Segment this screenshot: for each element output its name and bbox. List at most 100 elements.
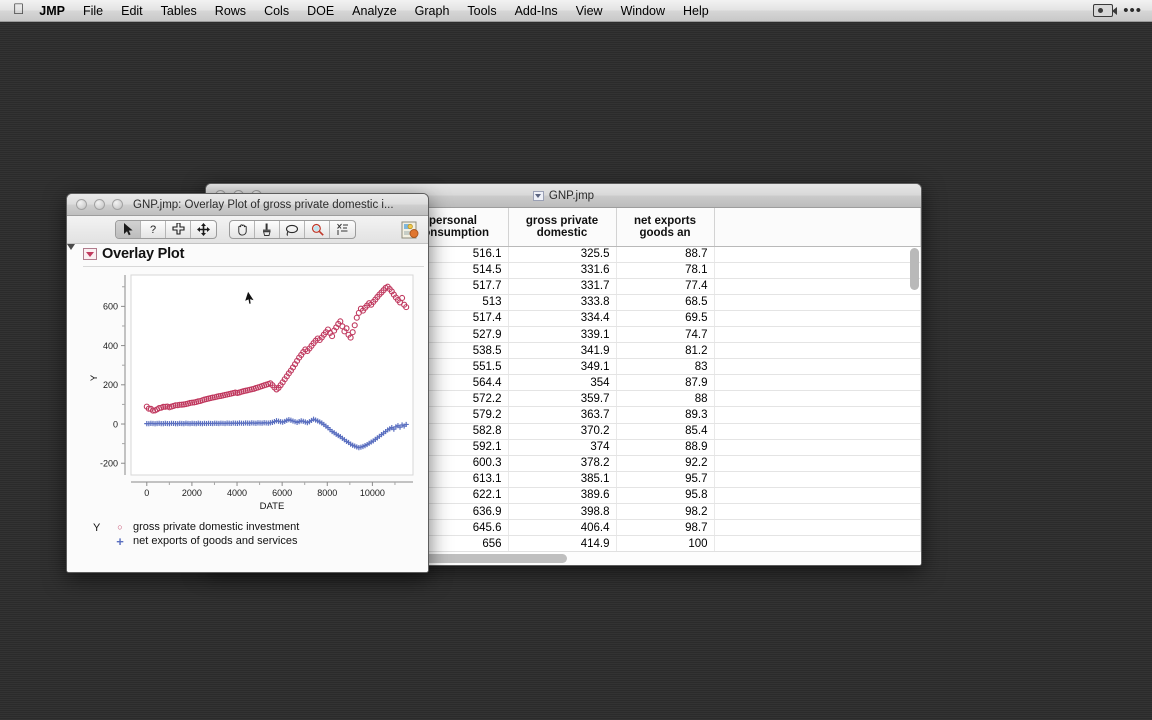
column-header-net-exports[interactable]: net exports goods an [616, 208, 715, 247]
cell-net-exports[interactable] [714, 358, 921, 376]
menu-jmp[interactable]: JMP [30, 0, 74, 22]
cell-gross-private-domestic[interactable]: 78.1 [616, 262, 715, 279]
cell-personal-consumption[interactable]: 370.2 [508, 423, 617, 440]
cell-personal-consumption[interactable]: 385.1 [508, 471, 617, 488]
cell-personal-consumption[interactable]: 354 [508, 374, 617, 392]
cell-personal-consumption[interactable]: 331.7 [508, 278, 617, 295]
menu-graph[interactable]: Graph [406, 0, 459, 22]
menu-analyze[interactable]: Analyze [343, 0, 405, 22]
move-tool-icon[interactable] [191, 221, 216, 238]
cell-gross-private-domestic[interactable]: 87.9 [616, 374, 715, 392]
disclosure-triangle-icon[interactable] [67, 244, 75, 267]
cell-personal-consumption[interactable]: 414.9 [508, 535, 617, 551]
cell-gross-private-domestic[interactable]: 77.4 [616, 278, 715, 295]
overlay-plot-titlebar[interactable]: GNP.jmp: Overlay Plot of gross private d… [67, 194, 428, 216]
cell-gross-private-domestic[interactable]: 88.7 [616, 246, 715, 263]
overlay-plot-window[interactable]: GNP.jmp: Overlay Plot of gross private d… [66, 193, 429, 573]
menu-tables[interactable]: Tables [152, 0, 206, 22]
menu-tools[interactable]: Tools [458, 0, 505, 22]
menu-rows[interactable]: Rows [206, 0, 255, 22]
menu-cols[interactable]: Cols [255, 0, 298, 22]
menu-help[interactable]: Help [674, 0, 718, 22]
menu-window[interactable]: Window [612, 0, 674, 22]
chart-svg[interactable]: -200 0 200 400 600 Y 0 2000 4000 6000 8000 10000 DAT… [83, 267, 423, 517]
table-menu-icon[interactable] [532, 190, 544, 201]
cell-gross-private-domestic[interactable]: 88.9 [616, 439, 715, 456]
cell-personal-consumption[interactable]: 359.7 [508, 390, 617, 408]
plot-window-controls[interactable] [67, 199, 123, 210]
vertical-scrollbar-thumb[interactable] [910, 248, 919, 290]
overflow-menu-icon[interactable]: ••• [1123, 3, 1142, 18]
cell-gross-private-domestic[interactable]: 92.2 [616, 455, 715, 472]
crosshair-tool-icon[interactable] [166, 221, 191, 238]
cell-gross-private-domestic[interactable]: 83 [616, 358, 715, 376]
cell-net-exports[interactable] [714, 439, 921, 456]
overlay-plot-red-triangle-icon[interactable] [83, 248, 97, 260]
cell-personal-consumption[interactable]: 374 [508, 439, 617, 456]
cell-personal-consumption[interactable]: 363.7 [508, 406, 617, 424]
cell-personal-consumption[interactable]: 325.5 [508, 246, 617, 263]
cell-net-exports[interactable] [714, 326, 921, 344]
cell-net-exports[interactable] [714, 278, 921, 295]
cell-personal-consumption[interactable]: 339.1 [508, 326, 617, 344]
cell-gross-private-domestic[interactable]: 98.2 [616, 503, 715, 521]
menu-file[interactable]: File [74, 0, 112, 22]
magnifier-tool-icon[interactable] [305, 221, 330, 238]
cell-net-exports[interactable] [714, 487, 921, 505]
cell-personal-consumption[interactable]: 398.8 [508, 503, 617, 521]
cell-gross-private-domestic[interactable]: 95.7 [616, 471, 715, 488]
legend-item-netexports[interactable]: + net exports of goods and services [115, 535, 299, 548]
cell-net-exports[interactable] [714, 535, 921, 551]
cell-personal-consumption[interactable]: 349.1 [508, 358, 617, 376]
question-tool-icon[interactable]: ? [141, 221, 166, 238]
legend-item-gpdi[interactable]: ○ gross private domestic investment [115, 521, 299, 533]
overlay-plot-chart[interactable]: -200 0 200 400 600 Y 0 2000 4000 6000 8000 10000 DAT… [83, 267, 424, 517]
close-button[interactable] [76, 199, 87, 210]
cell-net-exports[interactable] [714, 262, 921, 279]
cell-gross-private-domestic[interactable]: 89.3 [616, 406, 715, 424]
cell-gross-private-domestic[interactable]: 68.5 [616, 294, 715, 311]
cell-net-exports[interactable] [714, 471, 921, 488]
cell-net-exports[interactable] [714, 423, 921, 440]
cell-net-exports[interactable] [714, 503, 921, 521]
cell-gross-private-domestic[interactable]: 95.8 [616, 487, 715, 505]
vertical-scrollbar[interactable] [910, 248, 919, 548]
cell-net-exports[interactable] [714, 310, 921, 327]
lasso-tool-icon[interactable] [280, 221, 305, 238]
menu-addins[interactable]: Add-Ins [506, 0, 567, 22]
cell-personal-consumption[interactable]: 333.8 [508, 294, 617, 311]
cell-gross-private-domestic[interactable]: 100 [616, 535, 715, 551]
cell-gross-private-domestic[interactable]: 98.7 [616, 519, 715, 537]
cell-net-exports[interactable] [714, 455, 921, 472]
cell-net-exports[interactable] [714, 519, 921, 537]
cell-gross-private-domestic[interactable]: 88 [616, 390, 715, 408]
cell-personal-consumption[interactable]: 331.6 [508, 262, 617, 279]
report-disclosure-column[interactable] [67, 244, 83, 572]
cell-gross-private-domestic[interactable]: 81.2 [616, 342, 715, 360]
screen-recording-icon[interactable] [1093, 4, 1118, 17]
cell-net-exports[interactable] [714, 406, 921, 424]
apple-menu-icon[interactable]:  [13, 2, 24, 17]
cell-net-exports[interactable] [714, 374, 921, 392]
cell-gross-private-domestic[interactable]: 69.5 [616, 310, 715, 327]
zoom-button[interactable] [112, 199, 123, 210]
menu-doe[interactable]: DOE [298, 0, 343, 22]
cell-gross-private-domestic[interactable]: 85.4 [616, 423, 715, 440]
cell-personal-consumption[interactable]: 378.2 [508, 455, 617, 472]
column-header-gross-private-domestic[interactable]: gross private domestic [508, 208, 617, 247]
cell-personal-consumption[interactable]: 341.9 [508, 342, 617, 360]
cell-net-exports[interactable] [714, 342, 921, 360]
cell-personal-consumption[interactable]: 334.4 [508, 310, 617, 327]
brush-tool-icon[interactable] [255, 221, 280, 238]
menu-view[interactable]: View [567, 0, 612, 22]
cell-net-exports[interactable] [714, 246, 921, 263]
cell-gross-private-domestic[interactable]: 74.7 [616, 326, 715, 344]
cell-personal-consumption[interactable]: 389.6 [508, 487, 617, 505]
hand-tool-icon[interactable] [230, 221, 255, 238]
cell-net-exports[interactable] [714, 390, 921, 408]
cell-net-exports[interactable] [714, 294, 921, 311]
annotate-tool-icon[interactable] [330, 221, 355, 238]
minimize-button[interactable] [94, 199, 105, 210]
journal-icon[interactable] [400, 220, 420, 240]
menu-edit[interactable]: Edit [112, 0, 152, 22]
